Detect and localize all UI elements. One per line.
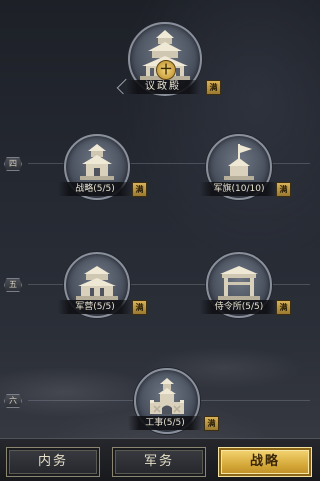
- tier-badge-4: 四: [4, 157, 22, 171]
- works-full-badge: 满: [204, 416, 219, 431]
- banner-full-badge: 满: [276, 182, 291, 197]
- works-name-plate: 工事(5/5): [128, 416, 202, 430]
- guard-full-badge: 满: [276, 300, 291, 315]
- building-strategy[interactable]: 战略(5/5) 满: [56, 134, 150, 200]
- strategy-full-badge: 满: [132, 182, 147, 197]
- camp-name-plate: 军营(5/5): [58, 300, 132, 314]
- tab-strategy[interactable]: 战略: [218, 447, 312, 477]
- building-works[interactable]: 工事(5/5) 满: [128, 368, 224, 434]
- building-banner[interactable]: 军旗(10/10) 满: [200, 134, 300, 200]
- banner-name-plate: 军旗(10/10): [200, 182, 278, 196]
- hall-full-badge: 满: [206, 80, 221, 95]
- tier-badge-5: 五: [4, 278, 22, 292]
- strategy-name-plate: 战略(5/5): [58, 182, 132, 196]
- guard-name-plate: 侍令所(5/5): [200, 300, 278, 314]
- tab-military-affairs[interactable]: 军务: [112, 447, 206, 477]
- building-camp[interactable]: 军营(5/5) 满: [56, 252, 150, 318]
- building-guard[interactable]: 侍令所(5/5) 满: [200, 252, 300, 318]
- tab-internal-affairs[interactable]: 内务: [6, 447, 100, 477]
- bottom-tab-bar: 内务 军务 战略: [0, 438, 320, 481]
- building-hall[interactable]: 十 议政殿 满: [116, 22, 221, 100]
- camp-full-badge: 满: [132, 300, 147, 315]
- hall-center-badge: 十: [156, 60, 176, 80]
- hall-name-plate: 议政殿: [126, 80, 200, 94]
- tier-badge-6: 六: [4, 394, 22, 408]
